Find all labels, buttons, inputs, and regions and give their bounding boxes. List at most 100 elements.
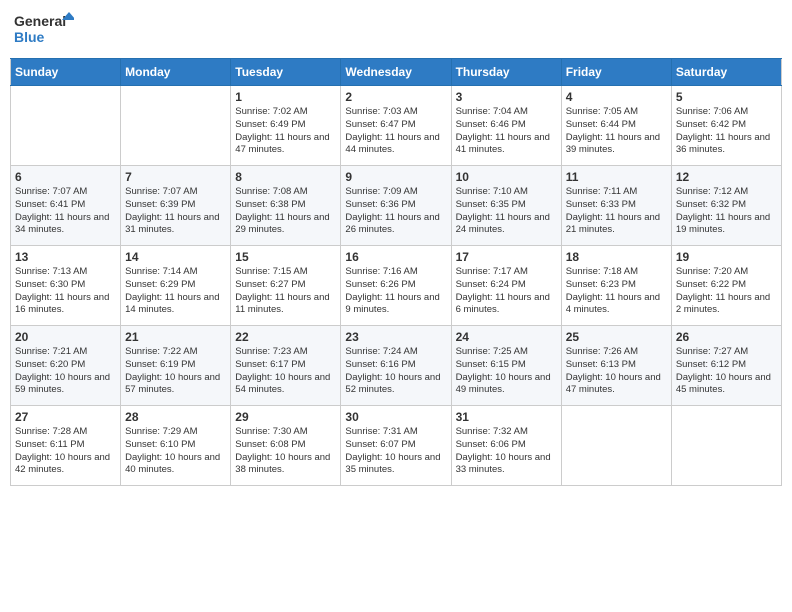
day-number: 2: [345, 90, 446, 104]
day-header-friday: Friday: [561, 59, 671, 86]
calendar-cell: [121, 86, 231, 166]
cell-content: Sunrise: 7:27 AM Sunset: 6:12 PM Dayligh…: [676, 346, 777, 397]
day-number: 22: [235, 330, 336, 344]
calendar-table: SundayMondayTuesdayWednesdayThursdayFrid…: [10, 58, 782, 486]
day-number: 16: [345, 250, 446, 264]
cell-content: Sunrise: 7:07 AM Sunset: 6:41 PM Dayligh…: [15, 186, 116, 237]
calendar-cell: 24Sunrise: 7:25 AM Sunset: 6:15 PM Dayli…: [451, 326, 561, 406]
day-header-saturday: Saturday: [671, 59, 781, 86]
calendar-cell: 13 Sunrise: 7:13 AM Sunset: 6:30 PM Dayli…: [11, 246, 121, 326]
day-header-wednesday: Wednesday: [341, 59, 451, 86]
calendar-cell: [671, 406, 781, 486]
calendar-cell: 27 Sunrise: 7:28 AM Sunset: 6:11 PM Dayli…: [11, 406, 121, 486]
day-number: 14: [125, 250, 226, 264]
day-number: 13: [15, 250, 116, 264]
day-number: 10: [456, 170, 557, 184]
cell-content: Sunrise: 7:31 AM Sunset: 6:07 PM Dayligh…: [345, 426, 446, 477]
page-header: GeneralBlue: [10, 10, 782, 50]
day-number: 17: [456, 250, 557, 264]
cell-content: Sunrise: 7:16 AM Sunset: 6:26 PM Dayligh…: [345, 266, 446, 317]
cell-content: Sunrise: 7:21 AM Sunset: 6:20 PM Dayligh…: [15, 346, 116, 397]
calendar-cell: 31 Sunrise: 7:32 AM Sunset: 6:06 PM Dayli…: [451, 406, 561, 486]
cell-content: Sunrise: 7:13 AM Sunset: 6:30 PM Dayligh…: [15, 266, 116, 317]
day-number: 6: [15, 170, 116, 184]
cell-content: Sunrise: 7:29 AM Sunset: 6:10 PM Dayligh…: [125, 426, 226, 477]
calendar-week-3: 13 Sunrise: 7:13 AM Sunset: 6:30 PM Dayli…: [11, 246, 782, 326]
calendar-cell: 9Sunrise: 7:09 AM Sunset: 6:36 PM Daylig…: [341, 166, 451, 246]
cell-content: Sunrise: 7:20 AM Sunset: 6:22 PM Dayligh…: [676, 266, 777, 317]
cell-content: Sunrise: 7:30 AM Sunset: 6:08 PM Dayligh…: [235, 426, 336, 477]
day-header-tuesday: Tuesday: [231, 59, 341, 86]
header-row: SundayMondayTuesdayWednesdayThursdayFrid…: [11, 59, 782, 86]
day-header-sunday: Sunday: [11, 59, 121, 86]
day-number: 28: [125, 410, 226, 424]
calendar-cell: 25Sunrise: 7:26 AM Sunset: 6:13 PM Dayli…: [561, 326, 671, 406]
day-number: 31: [456, 410, 557, 424]
day-number: 15: [235, 250, 336, 264]
calendar-cell: 26 Sunrise: 7:27 AM Sunset: 6:12 PM Dayli…: [671, 326, 781, 406]
day-number: 7: [125, 170, 226, 184]
calendar-week-5: 27 Sunrise: 7:28 AM Sunset: 6:11 PM Dayli…: [11, 406, 782, 486]
calendar-cell: 23 Sunrise: 7:24 AM Sunset: 6:16 PM Dayli…: [341, 326, 451, 406]
cell-content: Sunrise: 7:28 AM Sunset: 6:11 PM Dayligh…: [15, 426, 116, 477]
day-header-monday: Monday: [121, 59, 231, 86]
calendar-cell: 1 Sunrise: 7:02 AM Sunset: 6:49 PM Daylig…: [231, 86, 341, 166]
calendar-cell: 16 Sunrise: 7:16 AM Sunset: 6:26 PM Dayli…: [341, 246, 451, 326]
cell-content: Sunrise: 7:23 AM Sunset: 6:17 PM Dayligh…: [235, 346, 336, 397]
calendar-cell: 20 Sunrise: 7:21 AM Sunset: 6:20 PM Dayli…: [11, 326, 121, 406]
cell-content: Sunrise: 7:04 AM Sunset: 6:46 PM Dayligh…: [456, 106, 557, 157]
calendar-week-2: 6 Sunrise: 7:07 AM Sunset: 6:41 PM Daylig…: [11, 166, 782, 246]
calendar-cell: 17 Sunrise: 7:17 AM Sunset: 6:24 PM Dayli…: [451, 246, 561, 326]
cell-content: Sunrise: 7:24 AM Sunset: 6:16 PM Dayligh…: [345, 346, 446, 397]
cell-content: Sunrise: 7:08 AM Sunset: 6:38 PM Dayligh…: [235, 186, 336, 237]
calendar-week-1: 1 Sunrise: 7:02 AM Sunset: 6:49 PM Daylig…: [11, 86, 782, 166]
calendar-cell: 11 Sunrise: 7:11 AM Sunset: 6:33 PM Dayli…: [561, 166, 671, 246]
calendar-cell: 15 Sunrise: 7:15 AM Sunset: 6:27 PM Dayli…: [231, 246, 341, 326]
calendar-cell: 12 Sunrise: 7:12 AM Sunset: 6:32 PM Dayli…: [671, 166, 781, 246]
day-number: 29: [235, 410, 336, 424]
logo: GeneralBlue: [14, 10, 74, 50]
day-number: 12: [676, 170, 777, 184]
cell-content: Sunrise: 7:11 AM Sunset: 6:33 PM Dayligh…: [566, 186, 667, 237]
day-number: 30: [345, 410, 446, 424]
cell-content: Sunrise: 7:32 AM Sunset: 6:06 PM Dayligh…: [456, 426, 557, 477]
calendar-cell: [561, 406, 671, 486]
calendar-cell: 7 Sunrise: 7:07 AM Sunset: 6:39 PM Daylig…: [121, 166, 231, 246]
svg-text:General: General: [14, 13, 66, 29]
cell-content: Sunrise: 7:17 AM Sunset: 6:24 PM Dayligh…: [456, 266, 557, 317]
calendar-cell: 8Sunrise: 7:08 AM Sunset: 6:38 PM Daylig…: [231, 166, 341, 246]
day-number: 20: [15, 330, 116, 344]
calendar-cell: 4Sunrise: 7:05 AM Sunset: 6:44 PM Daylig…: [561, 86, 671, 166]
calendar-cell: 14Sunrise: 7:14 AM Sunset: 6:29 PM Dayli…: [121, 246, 231, 326]
cell-content: Sunrise: 7:15 AM Sunset: 6:27 PM Dayligh…: [235, 266, 336, 317]
day-number: 19: [676, 250, 777, 264]
calendar-cell: 30 Sunrise: 7:31 AM Sunset: 6:07 PM Dayli…: [341, 406, 451, 486]
calendar-cell: 3 Sunrise: 7:04 AM Sunset: 6:46 PM Daylig…: [451, 86, 561, 166]
day-number: 1: [235, 90, 336, 104]
cell-content: Sunrise: 7:07 AM Sunset: 6:39 PM Dayligh…: [125, 186, 226, 237]
calendar-cell: 18 Sunrise: 7:18 AM Sunset: 6:23 PM Dayli…: [561, 246, 671, 326]
day-number: 24: [456, 330, 557, 344]
calendar-cell: 5Sunrise: 7:06 AM Sunset: 6:42 PM Daylig…: [671, 86, 781, 166]
day-number: 9: [345, 170, 446, 184]
cell-content: Sunrise: 7:02 AM Sunset: 6:49 PM Dayligh…: [235, 106, 336, 157]
calendar-cell: 22 Sunrise: 7:23 AM Sunset: 6:17 PM Dayli…: [231, 326, 341, 406]
cell-content: Sunrise: 7:03 AM Sunset: 6:47 PM Dayligh…: [345, 106, 446, 157]
calendar-cell: 10 Sunrise: 7:10 AM Sunset: 6:35 PM Dayli…: [451, 166, 561, 246]
calendar-cell: 28 Sunrise: 7:29 AM Sunset: 6:10 PM Dayli…: [121, 406, 231, 486]
cell-content: Sunrise: 7:18 AM Sunset: 6:23 PM Dayligh…: [566, 266, 667, 317]
calendar-cell: [11, 86, 121, 166]
calendar-cell: 29 Sunrise: 7:30 AM Sunset: 6:08 PM Dayli…: [231, 406, 341, 486]
day-number: 3: [456, 90, 557, 104]
calendar-week-4: 20 Sunrise: 7:21 AM Sunset: 6:20 PM Dayli…: [11, 326, 782, 406]
cell-content: Sunrise: 7:10 AM Sunset: 6:35 PM Dayligh…: [456, 186, 557, 237]
day-number: 27: [15, 410, 116, 424]
day-number: 18: [566, 250, 667, 264]
day-number: 11: [566, 170, 667, 184]
day-number: 5: [676, 90, 777, 104]
calendar-cell: 2 Sunrise: 7:03 AM Sunset: 6:47 PM Daylig…: [341, 86, 451, 166]
day-number: 23: [345, 330, 446, 344]
cell-content: Sunrise: 7:12 AM Sunset: 6:32 PM Dayligh…: [676, 186, 777, 237]
cell-content: Sunrise: 7:26 AM Sunset: 6:13 PM Dayligh…: [566, 346, 667, 397]
day-number: 26: [676, 330, 777, 344]
